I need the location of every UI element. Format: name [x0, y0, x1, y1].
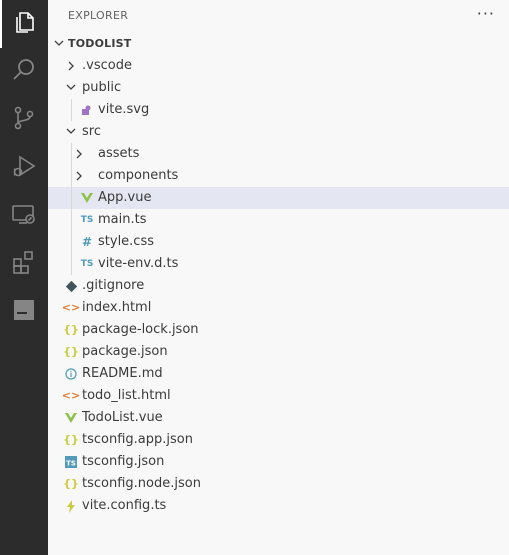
panel-icon — [11, 297, 37, 327]
tree-item-label: .vscode — [82, 58, 132, 73]
run-debug-icon — [11, 153, 37, 183]
chevron-down-icon — [52, 33, 66, 55]
root-folder-todolist[interactable]: TODOLIST — [48, 33, 509, 55]
tree-item-label: package.json — [82, 344, 168, 359]
root-folder-label: TODOLIST — [68, 37, 132, 50]
activity-bar — [0, 0, 48, 555]
typescript-file-icon: TS — [80, 259, 94, 269]
extensions-activity-button[interactable] — [0, 240, 48, 288]
tree-item-label: tsconfig.json — [82, 454, 165, 469]
tree-item-label: README.md — [82, 366, 163, 381]
tree-item-label: tsconfig.node.json — [82, 476, 201, 491]
vue-file-icon — [64, 407, 78, 429]
json-file-icon: {} — [63, 477, 79, 490]
tree-file-tsconfig-json[interactable]: TS tsconfig.json — [48, 451, 509, 473]
tree-file-style-css[interactable]: # style.css — [48, 231, 509, 253]
tree-item-label: components — [98, 168, 179, 183]
tree-file-tsconfig-app-json[interactable]: {} tsconfig.app.json — [48, 429, 509, 451]
tree-file-vite-config-ts[interactable]: vite.config.ts — [48, 495, 509, 517]
explorer-activity-button[interactable] — [0, 0, 48, 48]
tree-file-main-ts[interactable]: TS main.ts — [48, 209, 509, 231]
tree-item-label: todo_list.html — [82, 388, 171, 403]
tree-folder-vscode[interactable]: .vscode — [48, 55, 509, 77]
more-actions-button[interactable]: ··· — [477, 4, 495, 23]
tree-item-label: TodoList.vue — [82, 410, 163, 425]
search-activity-button[interactable] — [0, 48, 48, 96]
html-file-icon: <> — [61, 389, 81, 402]
vue-file-icon — [80, 187, 94, 209]
tree-item-label: App.vue — [98, 190, 152, 205]
typescript-file-icon: TS — [80, 215, 94, 225]
tree-item-label: public — [82, 80, 122, 95]
svg-text:TS: TS — [66, 460, 76, 468]
remote-explorer-icon — [11, 201, 37, 231]
tree-file-vite-svg[interactable]: vite.svg — [48, 99, 509, 121]
tree-folder-assets[interactable]: assets — [48, 143, 509, 165]
tree-item-label: assets — [98, 146, 140, 161]
remote-explorer-activity-button[interactable] — [0, 192, 48, 240]
tree-folder-src[interactable]: src — [48, 121, 509, 143]
git-file-icon — [64, 275, 78, 297]
indent-guide — [71, 99, 72, 121]
run-debug-activity-button[interactable] — [0, 144, 48, 192]
tsconfig-file-icon: TS — [64, 451, 78, 473]
indent-guide — [71, 253, 72, 275]
tree-item-label: package-lock.json — [82, 322, 199, 337]
explorer-sidebar: EXPLORER ··· TODOLIST .vscode public vite.… — [48, 0, 509, 555]
json-file-icon: {} — [63, 345, 79, 358]
panel-activity-button[interactable] — [0, 288, 48, 336]
svg-file-icon — [80, 99, 94, 121]
tree-file-package-lock-json[interactable]: {} package-lock.json — [48, 319, 509, 341]
indent-guide — [71, 209, 72, 231]
tree-folder-components[interactable]: components — [48, 165, 509, 187]
tree-item-label: main.ts — [98, 212, 147, 227]
tree-item-label: index.html — [82, 300, 152, 315]
tree-item-label: vite-env.d.ts — [98, 256, 179, 271]
tree-file-todo-list-html[interactable]: <> todo_list.html — [48, 385, 509, 407]
source-control-icon — [11, 105, 37, 135]
tree-file-app-vue[interactable]: App.vue — [48, 187, 509, 209]
chevron-down-icon — [64, 77, 78, 99]
tree-file-todolist-vue[interactable]: TodoList.vue — [48, 407, 509, 429]
indent-guide — [71, 187, 72, 209]
tree-file-readme-md[interactable]: README.md — [48, 363, 509, 385]
vite-file-icon — [64, 495, 78, 517]
chevron-right-icon — [72, 165, 86, 187]
css-file-icon: # — [81, 235, 93, 249]
html-file-icon: <> — [61, 301, 81, 314]
tree-item-label: .gitignore — [82, 278, 145, 293]
chevron-down-icon — [64, 121, 78, 143]
tree-item-label: style.css — [98, 234, 154, 249]
explorer-title: EXPLORER — [68, 9, 129, 22]
tree-item-label: src — [82, 124, 101, 139]
json-file-icon: {} — [63, 323, 79, 336]
tree-file-index-html[interactable]: <> index.html — [48, 297, 509, 319]
chevron-right-icon — [72, 143, 86, 165]
extensions-icon — [11, 249, 37, 279]
indent-guide — [71, 231, 72, 253]
tree-file-tsconfig-node-json[interactable]: {} tsconfig.node.json — [48, 473, 509, 495]
json-file-icon: {} — [63, 433, 79, 446]
tree-folder-public[interactable]: public — [48, 77, 509, 99]
search-icon — [11, 57, 37, 87]
tree-item-label: vite.config.ts — [82, 498, 167, 513]
file-tree: TODOLIST .vscode public vite.svg src assets c… — [48, 33, 509, 517]
tree-file-gitignore[interactable]: .gitignore — [48, 275, 509, 297]
tree-file-package-json[interactable]: {} package.json — [48, 341, 509, 363]
tree-file-vite-env-d-ts[interactable]: TS vite-env.d.ts — [48, 253, 509, 275]
chevron-right-icon — [64, 55, 78, 77]
info-file-icon — [64, 363, 78, 385]
source-control-activity-button[interactable] — [0, 96, 48, 144]
files-icon — [11, 9, 37, 39]
tree-item-label: tsconfig.app.json — [82, 432, 193, 447]
tree-item-label: vite.svg — [98, 102, 150, 117]
